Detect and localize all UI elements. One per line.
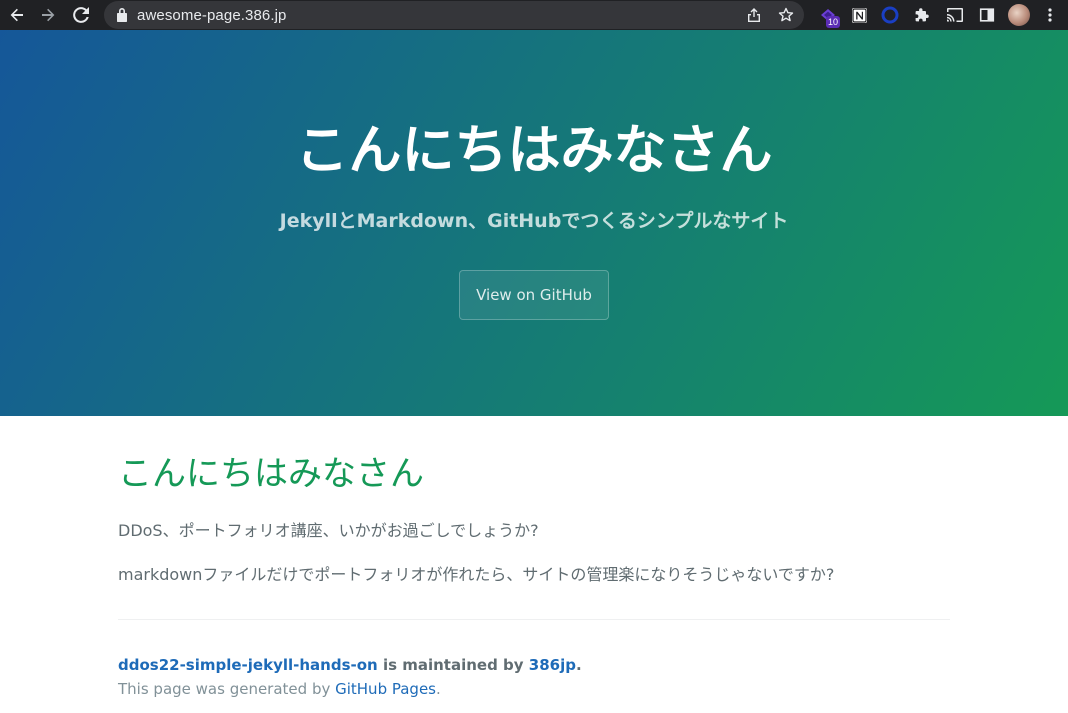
page-header: こんにちはみなさん JekyllとMarkdown、GitHubでつくるシンプル… [0,30,1068,416]
back-arrow-icon[interactable] [6,4,28,26]
maintained-by-text: is maintained by [377,656,529,674]
view-on-github-button[interactable]: View on GitHub [459,270,609,320]
content-paragraph-2: markdownファイルだけでポートフォリオが作れたら、サイトの管理楽になりそう… [118,565,835,584]
notion-icon[interactable] [849,5,869,25]
puzzle-icon[interactable] [912,5,932,25]
extension-badge: 10 [826,16,841,28]
repo-link[interactable]: ddos22-simple-jekyll-hands-on [118,656,378,674]
github-pages-link[interactable]: GitHub Pages [335,680,436,698]
content-heading: こんにちはみなさん [118,454,424,494]
footer-credits: This page was generated by GitHub Pages. [118,678,950,700]
share-icon[interactable] [745,6,763,24]
cast-icon[interactable] [945,5,965,25]
generated-suffix: . [436,680,441,698]
bookmark-star-icon[interactable] [777,6,795,24]
url-text[interactable]: awesome-page.386.jp [137,7,287,24]
footer-divider [118,619,950,620]
circle-extension-icon[interactable] [880,5,900,25]
project-name: こんにちはみなさん [295,120,773,181]
owner-link[interactable]: 386jp [529,656,576,674]
project-tagline: JekyllとMarkdown、GitHubでつくるシンプルなサイト [279,210,789,232]
reload-icon[interactable] [70,4,92,26]
footer-period: . [576,656,582,674]
address-bar[interactable]: awesome-page.386.jp [104,1,804,29]
sidebar-icon[interactable] [977,5,997,25]
content-paragraph-1: DDoS、ポートフォリオ講座、いかがお過ごしでしょうか? [118,521,539,540]
footer-owner: ddos22-simple-jekyll-hands-on is maintai… [118,654,950,676]
forward-arrow-icon[interactable] [37,4,59,26]
menu-kebab-icon[interactable] [1040,5,1060,25]
lock-icon[interactable] [116,7,128,26]
generated-prefix: This page was generated by [118,680,336,698]
browser-toolbar: awesome-page.386.jp 10 [0,0,1068,30]
avatar[interactable] [1008,4,1030,26]
